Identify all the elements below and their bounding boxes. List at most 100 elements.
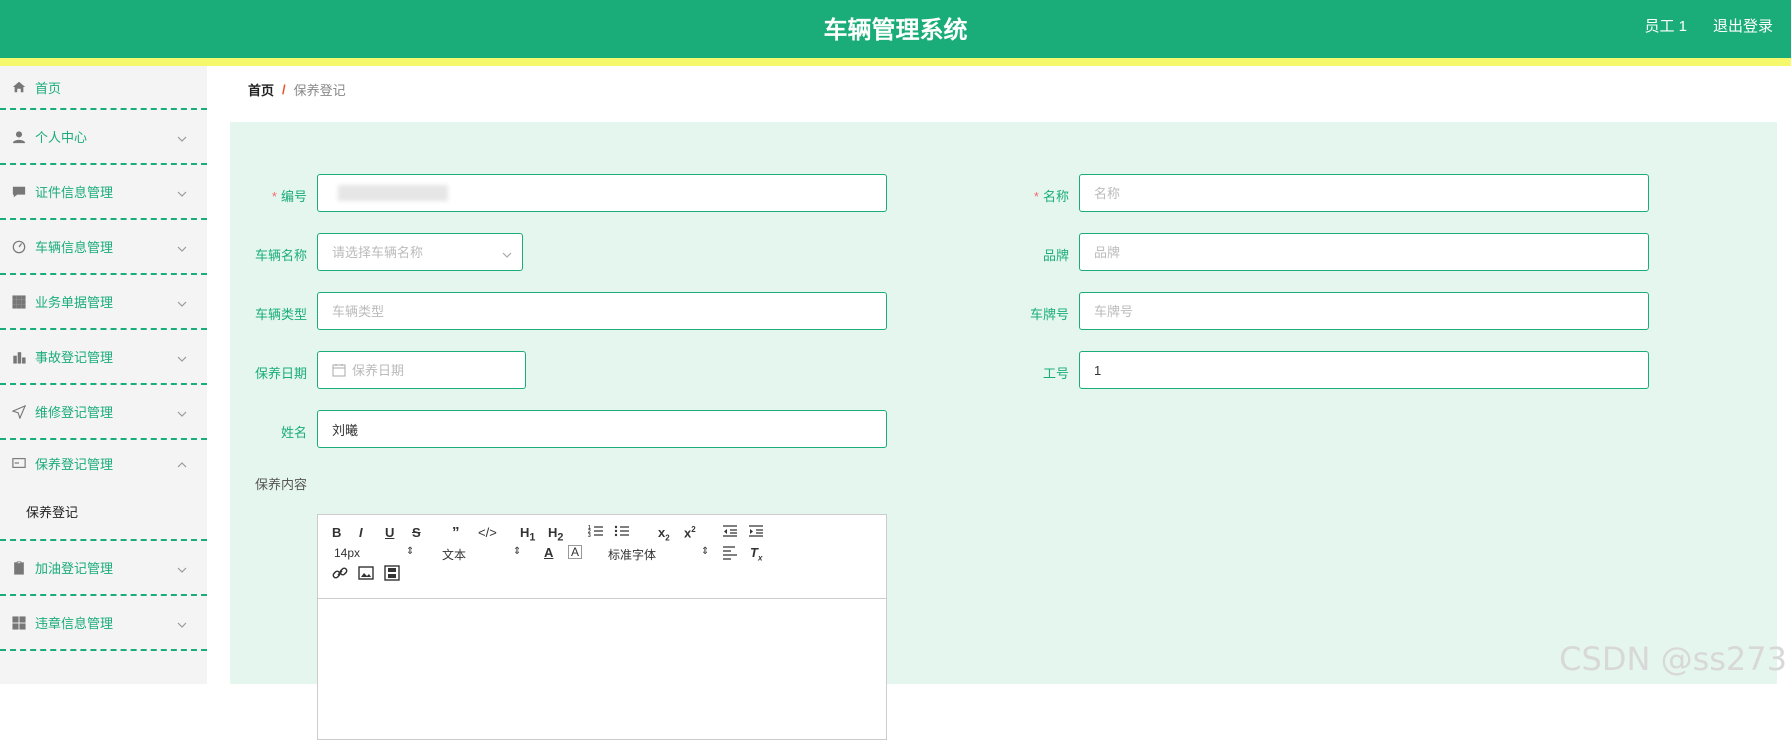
heading-2-icon[interactable]: H2 [548,525,563,544]
sidebar-item-refueling[interactable]: 加油登记管理 [0,541,207,596]
chepaihao-field[interactable] [1079,292,1649,330]
chepaihao-label: 车牌号 [1009,304,1069,323]
align-icon[interactable] [722,544,738,563]
pinpai-label: 品牌 [1009,245,1069,264]
main-content: 首页 / 保养登记 *编号 *名称 车辆名称 品牌 车辆类型 车牌号 [230,66,1777,684]
maintenance-form: *编号 *名称 车辆名称 品牌 车辆类型 车牌号 保养日期 [230,122,1777,684]
sidebar: 首页 个人中心 证件信息管理 车辆信息管理 业务单据管理 事故登记管理 维修登记… [0,66,207,684]
watermark-text: CSDN @ss273 [1559,640,1787,678]
select-arrows-icon: ⇕ [513,546,521,557]
cheliangleixing-field[interactable] [317,292,887,330]
home-icon [11,79,27,95]
logout-link[interactable]: 退出登录 [1713,15,1773,36]
sidebar-item-home[interactable]: 首页 [0,66,207,110]
chevron-down-icon [177,407,187,417]
xingming-field[interactable] [317,410,887,448]
bold-icon[interactable]: B [332,525,341,540]
clipboard-icon [11,560,27,576]
mingcheng-field[interactable] [1079,174,1649,212]
bullet-list-icon[interactable] [614,523,630,542]
bianhao-input[interactable] [317,174,887,212]
chevron-down-icon [177,297,187,307]
chevron-down-icon [177,618,187,628]
subscript-icon[interactable]: x2 [658,525,670,543]
send-icon [11,404,27,420]
baoyangriqi-picker[interactable] [317,351,526,389]
blockquote-icon[interactable]: ” [452,524,460,541]
ordered-list-icon[interactable]: 123 [588,523,604,542]
text-type-select[interactable]: 文本 [442,546,466,563]
gonghao-input[interactable] [1094,363,1648,378]
baoyangriqi-input[interactable] [352,363,525,378]
pinpai-field[interactable] [1079,233,1649,271]
cheliangmingcheng-select[interactable] [317,233,523,271]
baoyangriqi-label: 保养日期 [222,363,307,382]
gonghao-field[interactable] [1079,351,1649,389]
heading-1-icon[interactable]: H1 [520,525,535,544]
grid-icon [11,294,27,310]
bar-chart-icon [11,349,27,365]
sidebar-item-violations[interactable]: 违章信息管理 [0,596,207,651]
sidebar-item-certificates[interactable]: 证件信息管理 [0,165,207,220]
font-family-select[interactable]: 标准字体 [608,546,656,563]
code-block-icon[interactable]: </> [478,525,497,540]
chepaihao-input[interactable] [1094,304,1648,319]
xingming-input[interactable] [332,422,886,437]
chevron-down-icon [502,248,512,258]
clear-format-icon[interactable]: Tx [750,545,762,563]
chevron-down-icon [177,563,187,573]
font-size-select[interactable]: 14px [334,546,360,560]
sidebar-item-label: 证件信息管理 [35,182,113,201]
sidebar-item-label: 首页 [35,78,61,97]
breadcrumb-separator: / [282,82,286,97]
outdent-icon[interactable] [722,523,738,542]
sidebar-item-label: 保养登记管理 [35,454,113,473]
breadcrumb: 首页 / 保养登记 [230,66,1777,113]
sidebar-item-label: 违章信息管理 [35,613,113,632]
font-color-icon[interactable]: A [544,545,553,560]
cheliangmingcheng-input[interactable] [332,245,522,260]
sidebar-item-label: 维修登记管理 [35,402,113,421]
baoyangneirong-label: 保养内容 [222,474,307,493]
select-arrows-icon: ⇕ [406,546,414,557]
mingcheng-input[interactable] [1094,186,1648,201]
sidebar-item-label: 事故登记管理 [35,347,113,366]
sidebar-item-repairs[interactable]: 维修登记管理 [0,385,207,440]
breadcrumb-current: 保养登记 [294,80,346,99]
app-title: 车辆管理系统 [0,10,1791,45]
current-user: 员工 1 [1644,15,1687,36]
indent-icon[interactable] [748,523,764,542]
image-icon[interactable] [358,565,374,584]
apps-icon [11,615,27,631]
pinpai-input[interactable] [1094,245,1648,260]
strikethrough-icon[interactable]: S [412,525,421,540]
chevron-down-icon [177,352,187,362]
cheliangmingcheng-label: 车辆名称 [222,245,307,264]
video-icon[interactable] [384,565,400,584]
italic-icon[interactable]: I [359,525,363,540]
sidebar-item-accidents[interactable]: 事故登记管理 [0,330,207,385]
sidebar-item-vehicles[interactable]: 车辆信息管理 [0,220,207,275]
sidebar-item-label: 个人中心 [35,127,87,146]
sidebar-subitem-maintenance-register[interactable]: 保养登记 [0,486,207,541]
underline-icon[interactable]: U [385,525,394,540]
calendar-icon [332,363,346,377]
sidebar-item-business-docs[interactable]: 业务单据管理 [0,275,207,330]
breadcrumb-home[interactable]: 首页 [248,80,274,99]
chat-icon [11,184,27,200]
card-icon [11,455,27,471]
link-icon[interactable] [332,565,348,584]
sidebar-item-label: 车辆信息管理 [35,237,113,256]
sidebar-item-label: 加油登记管理 [35,558,113,577]
user-icon [11,129,27,145]
chevron-down-icon [177,242,187,252]
sidebar-item-maintenance[interactable]: 保养登记管理 [0,440,207,486]
cheliangleixing-input[interactable] [332,304,886,319]
sidebar-item-personal-center[interactable]: 个人中心 [0,110,207,165]
rich-text-editor: B I U S ” </> H1 H2 123 x2 x2 14px ⇕ 文本 … [317,514,887,740]
background-color-icon[interactable]: A [568,545,582,559]
superscript-icon[interactable]: x2 [684,525,696,540]
top-header: 车辆管理系统 员工 1 退出登录 [0,0,1791,58]
editor-content-area[interactable] [318,599,886,739]
editor-toolbar: B I U S ” </> H1 H2 123 x2 x2 14px ⇕ 文本 … [318,515,886,599]
